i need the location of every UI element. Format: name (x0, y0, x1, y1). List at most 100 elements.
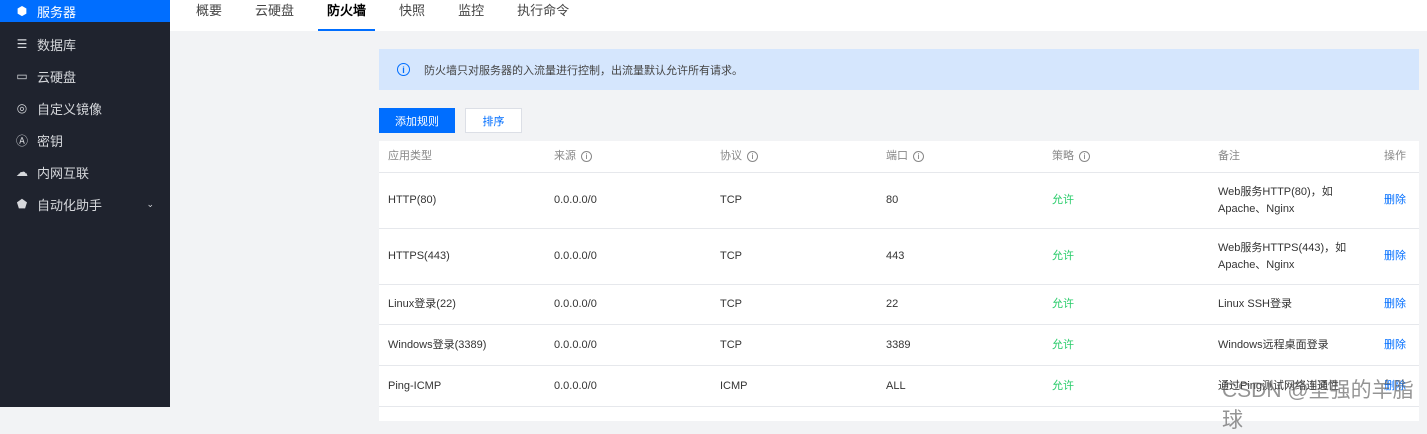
table-cell: 80 (886, 173, 1036, 228)
tab-command[interactable]: 执行命令 (517, 0, 569, 31)
cell-action[interactable]: 删除 (1384, 337, 1406, 354)
info-icon[interactable]: i (913, 151, 924, 162)
table-cell: 应用类型 (388, 141, 538, 172)
disk-icon: ▭ (16, 69, 28, 83)
sidebar-item-automation[interactable]: ⬟ 自动化助手 ⌄ (0, 188, 170, 220)
header-action: 操作 (1384, 150, 1406, 162)
cell-protocol: TCP (720, 194, 742, 206)
tab-monitor[interactable]: 监控 (458, 0, 484, 31)
cell-action[interactable]: 删除 (1384, 248, 1406, 265)
cell-action[interactable]: 删除 (1384, 192, 1406, 209)
cell-protocol: ICMP (720, 379, 748, 392)
info-alert: i 防火墙只对服务器的入流量进行控制，出流量默认允许所有请求。 (379, 49, 1419, 90)
table-cell: TCP (720, 325, 870, 365)
sidebar-item-network[interactable]: ☁ 内网互联 (0, 156, 170, 188)
sidebar-item-image[interactable]: ◎ 自定义镜像 (0, 92, 170, 124)
table-cell: 删除 (1384, 173, 1427, 228)
table-cell: HTTP(80) (388, 173, 538, 228)
cell-source: 0.0.0.0/0 (554, 194, 597, 206)
sidebar: ⬢ 服务器 ☰ 数据库 ▭ 云硬盘 ◎ 自定义镜像 Ⓐ 密钥 ☁ 内网互联 ⬟ 自动化助手 ⌄ (0, 0, 170, 407)
table-cell: 策略 i (1052, 141, 1202, 172)
table-cell: 3389 (886, 325, 1036, 365)
sidebar-item-server[interactable]: ⬢ 服务器 (0, 0, 170, 22)
table-cell: 允许 (1052, 229, 1202, 284)
chevron-down-icon: ⌄ (146, 198, 154, 209)
cell-policy: 允许 (1052, 194, 1074, 206)
cell-protocol: TCP (720, 338, 742, 351)
table-row: Linux登录(22) 0.0.0.0/0 TCP 22 允许 Linux SSH登录 删除 (379, 285, 1419, 325)
sidebar-item-database[interactable]: ☰ 数据库 (0, 28, 170, 60)
table-cell: ICMP (720, 366, 870, 406)
info-icon[interactable]: i (581, 151, 592, 162)
network-icon: ☁ (16, 165, 28, 179)
header-app-type: 应用类型 (388, 150, 432, 162)
info-icon[interactable]: i (747, 151, 758, 162)
header-remark: 备注 (1218, 150, 1240, 162)
cell-port: ALL (886, 379, 906, 392)
cell-app-type: HTTPS(443) (388, 250, 450, 262)
header-source: 来源 (554, 150, 576, 162)
sidebar-item-disk[interactable]: ▭ 云硬盘 (0, 60, 170, 92)
info-icon[interactable]: i (1079, 151, 1090, 162)
cell-action[interactable]: 删除 (1384, 296, 1406, 313)
database-icon: ☰ (16, 37, 28, 51)
cell-port: 3389 (886, 338, 911, 351)
automation-icon: ⬟ (16, 197, 28, 211)
table-cell: 端口 i (886, 141, 1036, 172)
table-cell: TCP (720, 285, 870, 324)
image-icon: ◎ (16, 101, 28, 115)
table-cell: 协议 i (720, 141, 870, 172)
cell-protocol: TCP (720, 250, 742, 262)
table-cell: 允许 (1052, 285, 1202, 324)
tab-firewall[interactable]: 防火墙 (318, 0, 376, 31)
info-icon: i (397, 63, 410, 76)
cell-source: 0.0.0.0/0 (554, 298, 597, 310)
cell-app-type: Windows登录(3389) (388, 338, 487, 351)
table-cell: Windows远程桌面登录 (1218, 325, 1368, 365)
add-rule-button[interactable]: 添加规则 (379, 108, 455, 133)
header-port: 端口 (886, 150, 908, 162)
table-cell: ALL (886, 366, 1036, 406)
table-cell: TCP (720, 229, 870, 284)
cell-source: 0.0.0.0/0 (554, 250, 597, 262)
header-protocol: 协议 (720, 150, 742, 162)
table-cell: 0.0.0.0/0 (554, 285, 704, 324)
cell-app-type: Ping-ICMP (388, 379, 442, 392)
table-cell: 删除 (1384, 285, 1427, 324)
table-cell: 443 (886, 229, 1036, 284)
cell-remark: Linux SSH登录 (1218, 298, 1292, 310)
sort-button[interactable]: 排序 (465, 108, 522, 133)
header-policy: 策略 (1052, 150, 1074, 162)
cell-protocol: TCP (720, 298, 742, 310)
tab-overview[interactable]: 概要 (196, 0, 222, 31)
table-cell: 删除 (1384, 325, 1427, 365)
table-cell: Web服务HTTPS(443)，如 Apache、Nginx (1218, 229, 1368, 284)
sidebar-item-key[interactable]: Ⓐ 密钥 (0, 124, 170, 156)
table-cell: 备注 (1218, 141, 1368, 172)
table-cell: Linux登录(22) (388, 285, 538, 324)
table-cell: Windows登录(3389) (388, 325, 538, 365)
table-cell: 来源 i (554, 141, 704, 172)
table-cell: 允许 (1052, 325, 1202, 365)
cell-policy: 允许 (1052, 379, 1074, 392)
cell-app-type: HTTP(80) (388, 194, 437, 206)
table-row: HTTP(80) 0.0.0.0/0 TCP 80 允许 Web服务HTTP(80)，如 … (379, 173, 1419, 229)
table-cell: 22 (886, 285, 1036, 324)
table-row: Windows登录(3389) 0.0.0.0/0 TCP 3389 允许 Windows… (379, 325, 1419, 366)
table-row: HTTPS(443) 0.0.0.0/0 TCP 443 允许 Web服务HTTPS(44… (379, 229, 1419, 285)
cell-remark: Windows远程桌面登录 (1218, 338, 1329, 351)
table-cell: 0.0.0.0/0 (554, 325, 704, 365)
key-icon: Ⓐ (15, 133, 28, 148)
tab-bar: 概要 云硬盘 防火墙 快照 监控 执行命令 (170, 0, 1427, 31)
tab-disk[interactable]: 云硬盘 (255, 0, 294, 31)
cell-port: 80 (886, 194, 899, 206)
table-cell: TCP (720, 173, 870, 228)
table-cell: 允许 (1052, 173, 1202, 228)
table-cell: Web服务HTTP(80)，如 Apache、Nginx (1218, 173, 1368, 228)
cell-policy: 允许 (1052, 298, 1074, 310)
cell-remark: Web服务HTTP(80)，如 Apache、Nginx (1218, 185, 1333, 215)
table-cell: 0.0.0.0/0 (554, 173, 704, 228)
cell-port: 443 (886, 250, 905, 262)
server-icon: ⬢ (16, 4, 28, 18)
tab-snapshot[interactable]: 快照 (399, 0, 425, 31)
